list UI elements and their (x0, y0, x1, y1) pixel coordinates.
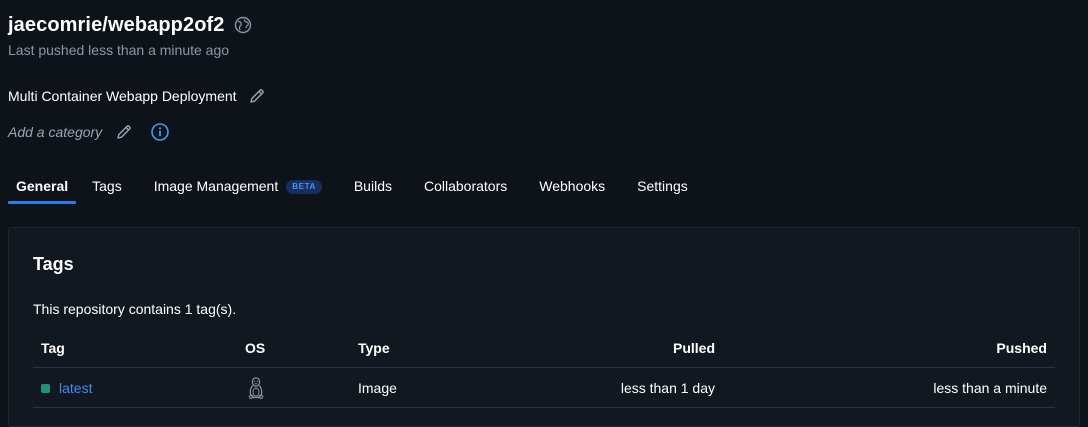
table-row: latest Image less than 1 day less than a… (33, 368, 1055, 408)
tab-webhooks[interactable]: Webhooks (539, 168, 605, 204)
tag-name: latest (59, 380, 93, 396)
tab-tags[interactable]: Tags (92, 168, 122, 204)
repo-description: Multi Container Webapp Deployment (8, 88, 237, 104)
tag-pushed: less than a minute (933, 380, 1047, 396)
repo-tabs: General Tags Image Management BETA Build… (8, 168, 720, 204)
tags-panel-title: Tags (33, 254, 74, 274)
status-dot (41, 383, 50, 393)
column-header-os: OS (245, 340, 266, 356)
table-header-row: Tag OS Type Pulled Pushed (33, 328, 1055, 368)
info-icon[interactable] (150, 122, 170, 142)
repo-title: jaecomrie/webapp2of2 (8, 13, 225, 36)
tab-label: Collaborators (423, 178, 508, 194)
repo-header: jaecomrie/webapp2of2 Last pushed less th… (8, 12, 1078, 58)
tag-link-latest[interactable]: latest (41, 380, 92, 396)
last-pushed-text: Last pushed less than a minute ago (8, 42, 230, 58)
tab-general[interactable]: General (8, 168, 77, 204)
tab-builds[interactable]: Builds (354, 168, 392, 204)
description-row: Multi Container Webapp Deployment (8, 84, 267, 108)
tags-panel: Tags This repository contains 1 tag(s). … (8, 227, 1080, 427)
tags-table: Tag OS Type Pulled Pushed latest Image l… (33, 328, 1055, 408)
tab-label: Tags (92, 178, 122, 194)
tab-label: General (16, 178, 69, 194)
tab-settings[interactable]: Settings (637, 168, 688, 204)
edit-description-pencil-icon[interactable] (247, 86, 267, 106)
repo-title-row: jaecomrie/webapp2of2 (8, 12, 1078, 38)
column-header-tag: Tag (41, 340, 65, 356)
tag-pulled: less than 1 day (620, 380, 715, 396)
column-header-pulled: Pulled (672, 340, 715, 356)
linux-icon (246, 376, 266, 400)
category-placeholder: Add a category (8, 124, 103, 140)
tab-label: Builds (353, 178, 392, 194)
tab-image-management[interactable]: Image Management BETA (154, 168, 322, 204)
tag-type: Image (358, 380, 397, 396)
tab-label: Webhooks (539, 178, 606, 194)
tab-collaborators[interactable]: Collaborators (424, 168, 507, 204)
column-header-type: Type (358, 340, 390, 356)
tab-label: Settings (637, 178, 688, 194)
category-row: Add a category (8, 120, 170, 144)
tag-count-text: This repository contains 1 tag(s). (33, 301, 237, 317)
beta-badge: BETA (286, 180, 322, 194)
globe-icon (233, 15, 253, 35)
column-header-pushed: Pushed (996, 340, 1047, 356)
tab-label: Image Management (153, 178, 279, 194)
edit-category-pencil-icon[interactable] (114, 122, 134, 142)
